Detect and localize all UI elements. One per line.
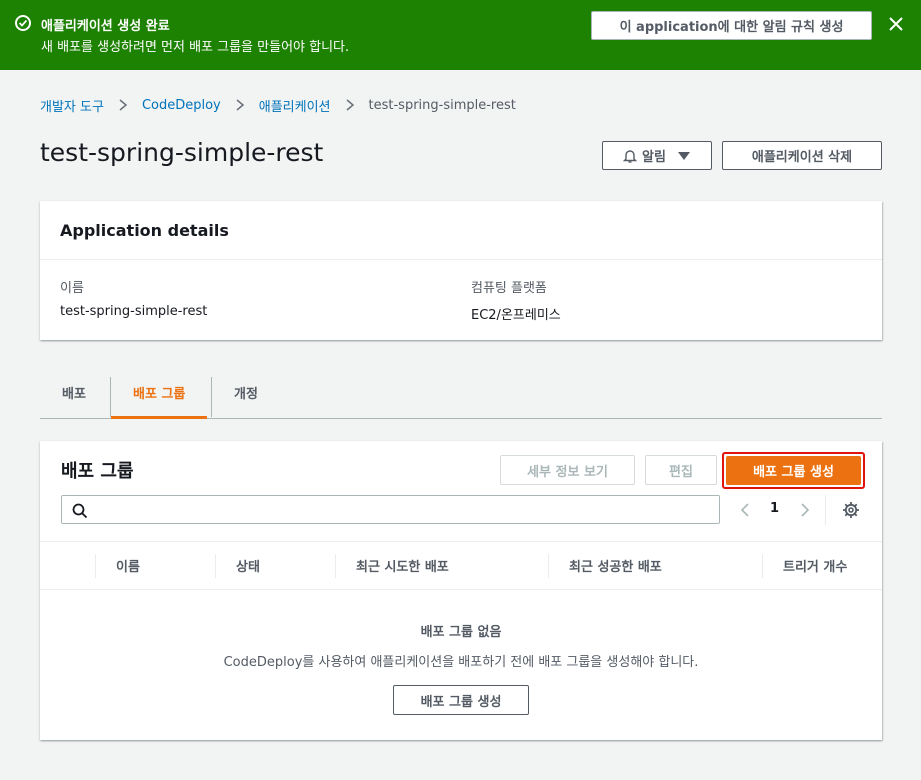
breadcrumb: 개발자 도구 CodeDeploy 애플리케이션 test-spring-sim…	[40, 95, 516, 115]
column-header-last-successful[interactable]: 최근 성공한 배포	[569, 542, 662, 589]
card-title: Application details	[60, 221, 229, 240]
search-icon	[72, 503, 88, 519]
deployment-groups-card: 배포 그룹 세부 정보 보기 편집 배포 그룹 생성 1 이름 상태 최근 시도…	[40, 441, 882, 740]
notify-button-label: 알림	[642, 150, 666, 165]
search-box[interactable]	[61, 495, 720, 524]
table-header: 이름 상태 최근 시도한 배포 최근 성공한 배포 트리거 개수	[40, 541, 882, 590]
next-page-icon[interactable]	[800, 501, 810, 519]
column-divider	[762, 554, 763, 578]
chevron-right-icon	[236, 99, 244, 111]
card-header: Application details	[40, 201, 882, 260]
close-icon[interactable]	[887, 15, 905, 33]
page-title: test-spring-simple-rest	[40, 138, 324, 167]
column-divider	[335, 554, 336, 578]
column-divider	[215, 554, 216, 578]
page-number[interactable]: 1	[770, 501, 779, 516]
column-header-name[interactable]: 이름	[116, 542, 140, 589]
success-flash-banner: 애플리케이션 생성 완료 새 배포를 생성하려면 먼저 배포 그룹을 만들어야 …	[0, 0, 921, 70]
section-title: 배포 그룹	[61, 461, 134, 482]
bell-icon	[622, 149, 638, 163]
create-button-label: 배포 그룹 생성	[726, 456, 861, 485]
chevron-right-icon	[346, 99, 354, 111]
breadcrumb-applications[interactable]: 애플리케이션	[259, 96, 331, 115]
notify-dropdown-button[interactable]: 알림	[602, 141, 712, 170]
column-header-trigger-count[interactable]: 트리거 개수	[783, 542, 847, 589]
search-input[interactable]	[94, 499, 714, 520]
create-deployment-group-button[interactable]: 배포 그룹 생성	[722, 452, 865, 489]
breadcrumb-codedeploy[interactable]: CodeDeploy	[142, 98, 221, 113]
column-header-status[interactable]: 상태	[236, 542, 260, 589]
gear-icon[interactable]	[842, 501, 860, 519]
tab-bar: 배포 배포 그룹 개정	[40, 367, 882, 419]
view-details-button[interactable]: 세부 정보 보기	[500, 455, 635, 485]
empty-state-title: 배포 그룹 없음	[420, 625, 502, 640]
name-value: test-spring-simple-rest	[60, 304, 208, 319]
create-notification-rule-button[interactable]: 이 application에 대한 알림 규칙 생성	[591, 11, 872, 40]
column-header-last-attempted[interactable]: 최근 시도한 배포	[356, 542, 449, 589]
name-label: 이름	[60, 281, 84, 296]
platform-value: EC2/온프레미스	[471, 308, 561, 323]
breadcrumb-current: test-spring-simple-rest	[368, 97, 516, 113]
empty-state-description: CodeDeploy를 사용하여 애플리케이션을 배포하기 전에 배포 그룹을 …	[223, 655, 699, 670]
chevron-right-icon	[119, 99, 128, 111]
breadcrumb-developer-tools[interactable]: 개발자 도구	[40, 96, 104, 115]
edit-button[interactable]: 편집	[645, 455, 717, 485]
name-field: 이름 test-spring-simple-rest	[60, 277, 207, 319]
empty-create-deployment-group-button[interactable]: 배포 그룹 생성	[393, 685, 529, 715]
application-details-card: Application details 이름 test-spring-simpl…	[40, 201, 882, 340]
column-divider	[95, 554, 96, 578]
platform-label: 컴퓨팅 플랫폼	[471, 281, 547, 296]
flash-message: 새 배포를 생성하려면 먼저 배포 그룹을 만들어야 합니다.	[41, 40, 350, 55]
previous-page-icon[interactable]	[740, 501, 750, 519]
platform-field: 컴퓨팅 플랫폼 EC2/온프레미스	[471, 277, 561, 323]
delete-application-button[interactable]: 애플리케이션 삭제	[722, 141, 882, 170]
caret-down-icon	[677, 151, 690, 160]
tab-deployment-groups[interactable]: 배포 그룹	[111, 367, 208, 419]
tab-divider	[211, 377, 212, 417]
check-circle-icon	[15, 15, 31, 31]
column-divider	[548, 554, 549, 578]
pager-divider	[825, 495, 826, 525]
tab-revisions[interactable]: 개정	[234, 367, 258, 418]
flash-title: 애플리케이션 생성 완료	[41, 19, 170, 34]
tab-deployments[interactable]: 배포	[62, 367, 86, 418]
